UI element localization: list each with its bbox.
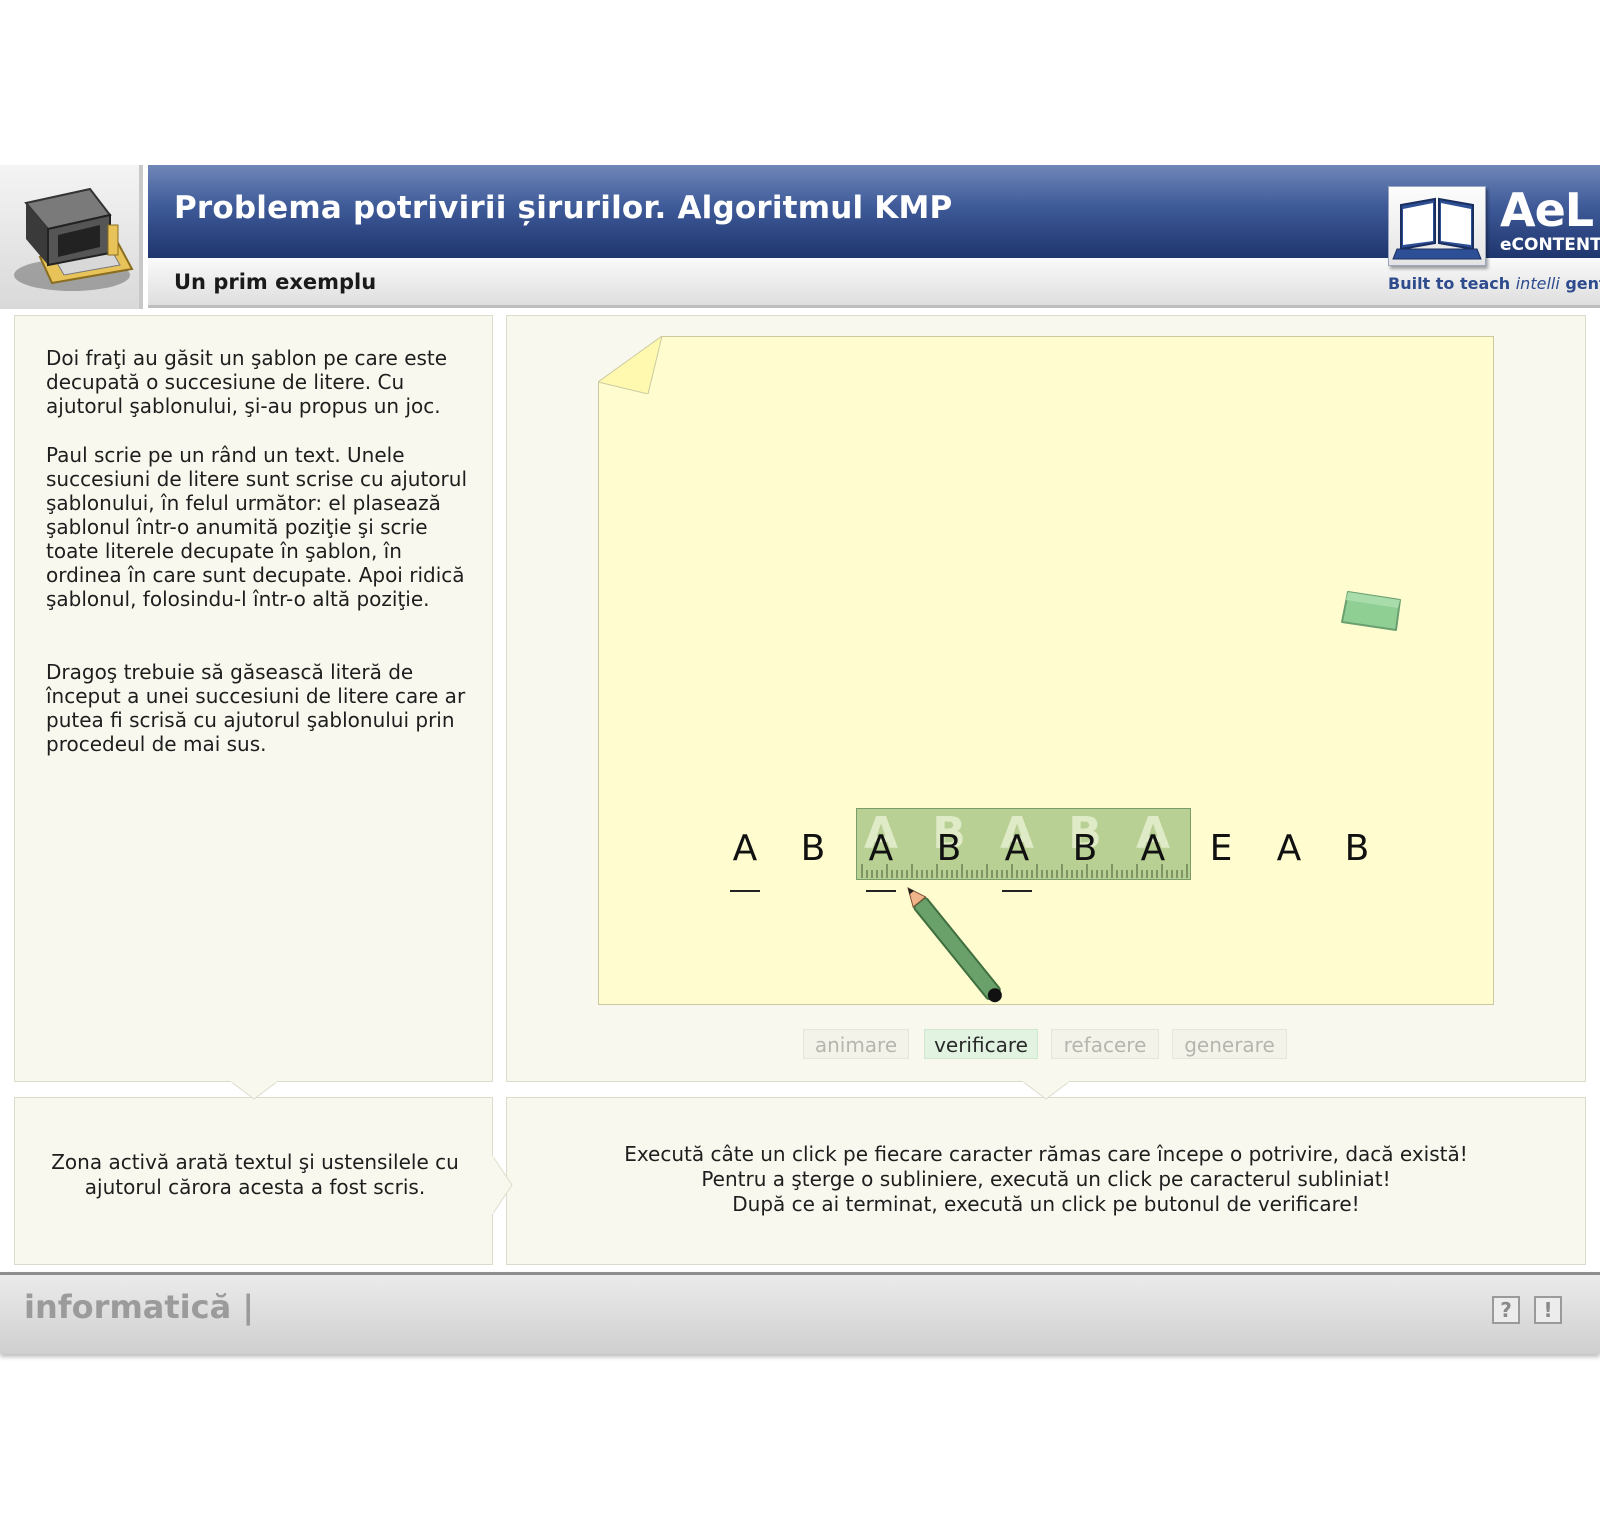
instruction-line: Pentru a şterge o subliniere, execută un… [701, 1167, 1391, 1191]
paper-sheet [598, 336, 1494, 1005]
page-subtitle: Un prim exemplu [174, 270, 377, 294]
generate-button[interactable]: generare [1172, 1029, 1287, 1059]
stencil-ruler [861, 864, 1188, 878]
brand-subtitle: eCONTENT [1500, 235, 1600, 255]
hint-text: Zona activă arată textul şi ustensilele … [51, 1150, 459, 1199]
description-paragraph: Dragoş trebuie să găsească literă de înc… [46, 660, 466, 756]
tagline-italic: intelli [1515, 274, 1560, 293]
page-title: Problema potrivirii șirurilor. Algoritmu… [174, 190, 953, 226]
brand-logo: AeL [1500, 183, 1594, 237]
description-paragraph: Doi fraţi au găsit un şablon pe care est… [46, 346, 448, 418]
book-icon [1388, 186, 1486, 266]
verify-button[interactable]: verificare [924, 1029, 1038, 1059]
match-underline[interactable] [730, 890, 760, 892]
subject-label: informatică | [24, 1288, 254, 1326]
text-character[interactable]: B [1337, 828, 1377, 869]
panel-pointer [230, 1081, 278, 1100]
text-character[interactable]: A [725, 828, 765, 869]
subject-separator: | [242, 1288, 255, 1326]
computer-icon [14, 187, 134, 291]
description-paragraph: Paul scrie pe un rând un text. Unele suc… [46, 443, 467, 611]
alert-button[interactable]: ! [1534, 1296, 1562, 1324]
subject-name: informatică [24, 1288, 232, 1326]
panel-pointer [492, 1155, 513, 1215]
app-logo [0, 165, 143, 309]
text-character[interactable]: A [1269, 828, 1309, 869]
redo-button[interactable]: refacere [1051, 1029, 1159, 1059]
pencil-icon[interactable] [904, 884, 1008, 1012]
text-character[interactable]: E [1201, 828, 1241, 869]
text-character[interactable]: B [793, 828, 833, 869]
tagline-suffix: gently [1565, 274, 1600, 293]
paper-fold-corner [598, 336, 663, 394]
animate-button[interactable]: animare [803, 1029, 909, 1059]
instruction-line: Execută câte un click pe fiecare caracte… [624, 1142, 1468, 1166]
eraser-icon[interactable] [1338, 586, 1408, 636]
match-underline[interactable] [866, 890, 896, 892]
help-button[interactable]: ? [1492, 1296, 1520, 1324]
instruction-line: După ce ai terminat, execută un click pe… [732, 1192, 1360, 1216]
instructions-text: Execută câte un click pe fiecare caracte… [520, 1142, 1572, 1217]
panel-pointer [1022, 1081, 1070, 1100]
tagline-prefix: Built to teach [1388, 274, 1516, 293]
brand-tagline: Built to teach intelli gently [1388, 274, 1600, 293]
